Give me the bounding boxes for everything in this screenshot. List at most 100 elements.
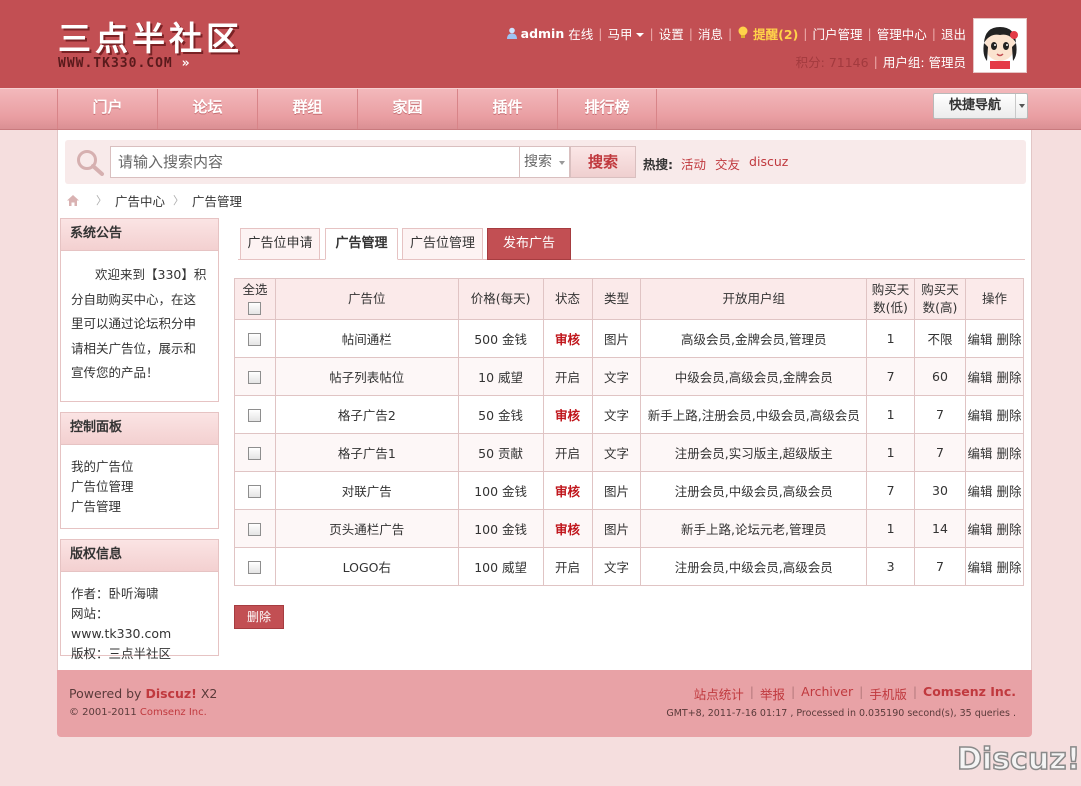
nav-plugins[interactable]: 插件	[457, 89, 557, 129]
ad-slot-manage-link[interactable]: 广告位管理	[71, 479, 134, 494]
row-checkbox[interactable]	[248, 333, 262, 346]
remind-link[interactable]: 提醒(2)	[753, 24, 798, 43]
ad-groups: 注册会员,中级会员,高级会员	[640, 547, 868, 586]
user-nav: admin 在线 | 马甲 | 设置 | 消息 | 提醒(2) | 门户管理 |…	[506, 24, 966, 42]
tab-ad-manage[interactable]: 广告管理	[325, 228, 398, 260]
footer-stats: GMT+8, 2011-7-16 01:17 , Processed in 0.…	[666, 708, 1016, 719]
delete-link[interactable]: 删除	[996, 408, 1021, 423]
username-link[interactable]: admin	[521, 26, 565, 41]
col-name: 广告位	[274, 278, 459, 320]
tab-ad-slot-manage[interactable]: 广告位管理	[402, 228, 483, 260]
hot-keyword[interactable]: 交友	[715, 154, 740, 173]
site-logo[interactable]: 三点半社区 WWW.TK330.COM »	[58, 12, 263, 72]
search-type-select[interactable]: 搜索	[520, 146, 570, 178]
row-checkbox-cell	[234, 471, 276, 510]
row-checkbox[interactable]	[248, 371, 262, 384]
search-input[interactable]: 请输入搜索内容	[110, 146, 520, 178]
ad-min-days: 1	[866, 319, 916, 358]
edit-link[interactable]: 编辑	[967, 484, 992, 499]
row-checkbox-cell	[234, 395, 276, 434]
row-checkbox[interactable]	[248, 409, 262, 422]
main-nav: 门户 论坛 群组 家园 插件 排行榜 快捷导航	[0, 88, 1081, 130]
delete-link[interactable]: 删除	[996, 332, 1021, 347]
lightbulb-icon	[738, 26, 748, 38]
search-bar: 请输入搜索内容 搜索 搜索 热搜: 活动 交友 discuz	[65, 140, 1026, 184]
credits-link[interactable]: 积分: 71146	[796, 52, 869, 71]
row-checkbox[interactable]	[248, 561, 262, 574]
ad-max-days: 7	[914, 433, 966, 472]
row-checkbox-cell	[234, 319, 276, 358]
notice-title: 系统公告	[61, 219, 218, 251]
footer-link-report[interactable]: 举报	[760, 684, 785, 703]
logout-link[interactable]: 退出	[941, 24, 966, 43]
ad-name: 帖子列表帖位	[274, 357, 459, 396]
quick-nav-button[interactable]: 快捷导航	[933, 93, 1028, 119]
ad-price: 100 金钱	[457, 471, 544, 510]
row-checkbox[interactable]	[248, 485, 262, 498]
delete-link[interactable]: 删除	[996, 522, 1021, 537]
hot-keyword[interactable]: discuz	[749, 154, 788, 173]
ad-manage-link[interactable]: 广告管理	[71, 499, 121, 514]
edit-link[interactable]: 编辑	[967, 560, 992, 575]
user-group-link[interactable]: 用户组: 管理员	[883, 52, 966, 71]
delete-link[interactable]: 删除	[996, 484, 1021, 499]
avatar[interactable]	[973, 18, 1027, 73]
delete-link[interactable]: 删除	[996, 446, 1021, 461]
col-select-all: 全选	[234, 278, 276, 320]
nav-home[interactable]: 家园	[357, 89, 457, 129]
edit-link[interactable]: 编辑	[967, 370, 992, 385]
delete-link[interactable]: 删除	[996, 370, 1021, 385]
row-checkbox[interactable]	[248, 523, 262, 536]
messages-link[interactable]: 消息	[698, 24, 723, 43]
edit-link[interactable]: 编辑	[967, 446, 992, 461]
discuz-watermark: Discuz!	[956, 741, 1081, 778]
chevron-down-icon[interactable]	[1015, 94, 1027, 118]
ad-name: 格子广告1	[274, 433, 459, 472]
notice-text: 欢迎来到【330】积分自助购买中心，在这里可以通过论坛积分申请相关广告位，展示和…	[71, 267, 207, 380]
tab-ad-slot-apply[interactable]: 广告位申请	[240, 228, 320, 260]
hot-search: 热搜: 活动 交友 discuz	[643, 154, 797, 173]
delete-link[interactable]: 删除	[996, 560, 1021, 575]
edit-link[interactable]: 编辑	[967, 408, 992, 423]
discuz-link[interactable]: Discuz!	[145, 686, 196, 701]
admin-center-link[interactable]: 管理中心	[877, 24, 927, 43]
nav-portal[interactable]: 门户	[57, 89, 157, 129]
footer-link-mobile[interactable]: 手机版	[869, 684, 907, 703]
row-actions: 编辑 删除	[964, 509, 1025, 548]
breadcrumb-ad-center[interactable]: 广告中心	[115, 191, 165, 210]
row-actions: 编辑 删除	[964, 395, 1025, 434]
portal-admin-link[interactable]: 门户管理	[813, 24, 863, 43]
footer-link-stats[interactable]: 站点统计	[694, 684, 744, 703]
table-row: 帖间通栏 500 金钱 审核 图片 高级会员,金牌会员,管理员 1 不限 编辑 删除	[234, 319, 1025, 358]
nav-groups[interactable]: 群组	[257, 89, 357, 129]
table-row: LOGO右 100 威望 开启 文字 注册会员,中级会员,高级会员 3 7 编辑 删除	[234, 547, 1025, 586]
my-ad-slots-link[interactable]: 我的广告位	[71, 459, 134, 474]
hot-search-label: 热搜:	[643, 157, 673, 172]
ad-max-days: 30	[914, 471, 966, 510]
nav-forum[interactable]: 论坛	[157, 89, 257, 129]
ad-groups: 注册会员,中级会员,高级会员	[640, 471, 868, 510]
col-status: 状态	[542, 278, 593, 320]
edit-link[interactable]: 编辑	[967, 332, 992, 347]
select-all-checkbox[interactable]	[248, 302, 262, 315]
mount-menu[interactable]: 马甲	[607, 24, 645, 43]
search-icon	[77, 150, 104, 176]
delete-button[interactable]: 删除	[234, 605, 284, 629]
ad-type: 图片	[591, 319, 642, 358]
row-checkbox[interactable]	[248, 447, 262, 460]
ad-name: 对联广告	[274, 471, 459, 510]
comsenz-link[interactable]: Comsenz Inc.	[140, 707, 207, 718]
ad-groups: 新手上路,论坛元老,管理员	[640, 509, 868, 548]
hot-keyword[interactable]: 活动	[681, 154, 706, 173]
search-button[interactable]: 搜索	[570, 146, 636, 178]
footer-company-link[interactable]: Comsenz Inc.	[923, 684, 1016, 703]
online-status: 在线	[568, 26, 594, 42]
home-icon[interactable]	[66, 194, 80, 207]
settings-link[interactable]: 设置	[659, 24, 684, 43]
publish-ad-button[interactable]: 发布广告	[487, 228, 571, 260]
nav-ranking[interactable]: 排行榜	[557, 89, 657, 129]
footer-link-archiver[interactable]: Archiver	[801, 684, 853, 703]
avatar-image	[976, 21, 1024, 69]
edit-link[interactable]: 编辑	[967, 522, 992, 537]
ad-groups: 高级会员,金牌会员,管理员	[640, 319, 868, 358]
